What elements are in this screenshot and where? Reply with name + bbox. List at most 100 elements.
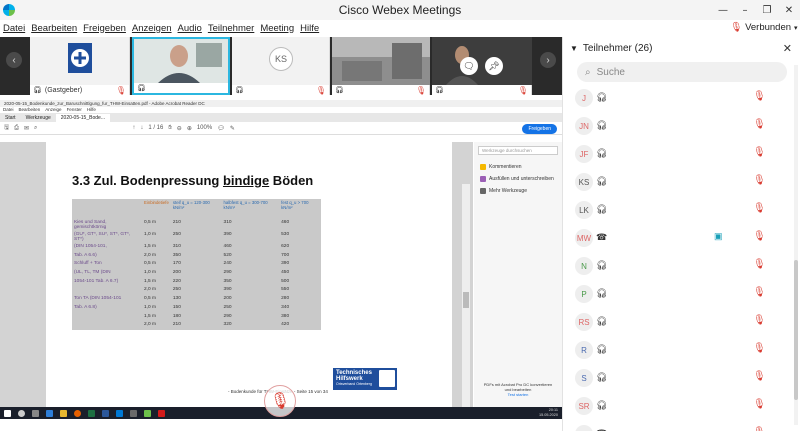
print-icon[interactable]: ⎙: [14, 125, 19, 132]
chevron-down-icon[interactable]: ▼: [570, 44, 578, 53]
menu-teilnehmer[interactable]: Teilnehmer: [208, 23, 254, 34]
muted-mic-icon[interactable]: 🎙︎: [753, 231, 766, 242]
task-view-icon[interactable]: [32, 409, 39, 417]
muted-mic-icon[interactable]: 🎙︎: [753, 427, 766, 431]
page-up-icon[interactable]: ↑: [132, 125, 135, 131]
zoom-out-icon[interactable]: ⊖: [177, 125, 182, 132]
word-icon[interactable]: [102, 409, 109, 417]
participant-search-input[interactable]: ⌕ Suche: [577, 62, 787, 82]
scroll-thumb[interactable]: [794, 260, 798, 400]
tab-werkzeuge[interactable]: Werkzeuge: [21, 114, 56, 122]
participant-row[interactable]: Y☎🎙︎: [563, 424, 793, 431]
muted-mic-icon[interactable]: 🎙︎: [753, 203, 766, 214]
tools-search-input[interactable]: Werkzeuge durchsuchen: [478, 146, 558, 155]
participant-row[interactable]: JF 🎧︎ 🎙︎: [563, 144, 793, 172]
taskbar-clock[interactable]: 20:11 15.05.2020: [539, 408, 558, 417]
tab-start[interactable]: Start: [0, 114, 21, 122]
participant-row[interactable]: SR 🎧︎ 🎙︎: [563, 396, 793, 424]
search-icon[interactable]: [18, 409, 25, 417]
menu-anzeigen[interactable]: Anzeigen: [132, 23, 172, 34]
acrobat-menu-bearbeiten[interactable]: Bearbeiten: [19, 107, 41, 113]
acrobat-menu-anzeige[interactable]: Anzeige: [45, 107, 61, 113]
participants-scrollbar[interactable]: [794, 65, 798, 425]
outlook-icon[interactable]: [116, 409, 123, 417]
acrobat-menu-hilfe[interactable]: Hilfe: [87, 107, 96, 113]
muted-mic-icon: 🎙︎: [115, 85, 126, 95]
page-down-icon[interactable]: ↓: [140, 125, 143, 131]
comment-icon[interactable]: 💬︎: [217, 125, 225, 132]
participant-row[interactable]: J 🎧︎ 🎙︎: [563, 88, 793, 116]
strip-next-button[interactable]: ›: [540, 52, 556, 68]
tool-mehr[interactable]: Mehr Werkzeuge: [474, 185, 562, 197]
app-icon[interactable]: [130, 409, 137, 417]
muted-mic-icon[interactable]: 🎙︎: [753, 91, 766, 102]
explorer-icon[interactable]: [60, 409, 67, 417]
pin-icon[interactable]: 📌︎: [485, 57, 503, 75]
zoom-in-icon[interactable]: ⊕: [187, 125, 192, 132]
tab-document[interactable]: 2020-05-15_Bode...: [55, 114, 110, 122]
mute-indicator-icon[interactable]: 🎙︎: [264, 385, 296, 417]
video-tile-room[interactable]: 🎧︎ 🎙︎: [332, 37, 430, 95]
close-icon[interactable]: ✕: [783, 42, 792, 55]
webex-icon[interactable]: [144, 409, 151, 417]
participant-row[interactable]: P 🎧︎ 🎙︎: [563, 284, 793, 312]
document-scrollbar[interactable]: [462, 184, 470, 431]
menu-datei[interactable]: Datei: [3, 23, 25, 34]
muted-mic-icon[interactable]: 🎙︎: [753, 147, 766, 158]
acrobat-share-button[interactable]: Freigeben: [522, 124, 557, 134]
minimize-button[interactable]: –: [734, 0, 756, 20]
menu-hilfe[interactable]: Hilfe: [300, 23, 319, 34]
video-tile-ks[interactable]: KS 🎧︎ 🎙︎: [232, 37, 330, 95]
connection-status[interactable]: 🎙︎ Verbunden ▾: [730, 22, 798, 33]
promo-link[interactable]: Test starten: [480, 392, 556, 397]
video-tile-self[interactable]: 🗨︎ 📌︎ 🎧︎ 🎙︎: [432, 37, 532, 95]
muted-mic-icon[interactable]: 🎙︎: [753, 259, 766, 270]
muted-mic-icon[interactable]: 🎙︎: [753, 119, 766, 130]
hand-tool-icon[interactable]: ✋︎: [168, 125, 171, 132]
edge-icon[interactable]: [46, 409, 53, 417]
close-button[interactable]: ✕: [778, 0, 800, 20]
windows-start-icon[interactable]: [4, 409, 11, 417]
acrobat-menu-datei[interactable]: Datei: [3, 107, 14, 113]
tool-kommentieren[interactable]: Kommentieren: [474, 161, 562, 173]
muted-mic-icon[interactable]: 🎙︎: [753, 399, 766, 410]
menu-meeting[interactable]: Meeting: [260, 23, 294, 34]
collapse-icon[interactable]: —: [712, 0, 734, 20]
menu-freigeben[interactable]: Freigeben: [83, 23, 126, 34]
excel-icon[interactable]: [88, 409, 95, 417]
zoom-level[interactable]: 100%: [197, 125, 212, 131]
video-tile-active-speaker[interactable]: 🎧︎: [132, 37, 230, 95]
save-icon[interactable]: 🖫︎: [4, 123, 9, 133]
maximize-button[interactable]: ❐: [756, 0, 778, 20]
muted-mic-icon[interactable]: 🎙︎: [753, 175, 766, 186]
video-tile-host[interactable]: 🎧︎ (Gastgeber) 🎙︎: [30, 37, 130, 95]
menu-audio[interactable]: Audio: [178, 23, 202, 34]
page-info[interactable]: 1 / 16: [148, 125, 163, 131]
table-row: (DIN 1054-101, 1,5 m 310 460 620: [72, 243, 321, 252]
menu-bearbeiten[interactable]: Bearbeiten: [31, 23, 77, 34]
muted-mic-icon[interactable]: 🎙︎: [753, 343, 766, 354]
pen-icon[interactable]: ✎: [230, 125, 235, 132]
muted-mic-icon[interactable]: 🎙︎: [753, 371, 766, 382]
muted-mic-icon[interactable]: 🎙︎: [753, 287, 766, 298]
muted-mic-icon[interactable]: 🎙︎: [753, 315, 766, 326]
strip-prev-button[interactable]: ‹: [6, 52, 22, 68]
search-icon[interactable]: ⌕: [34, 125, 37, 132]
participants-header[interactable]: ▼ Teilnehmer (26): [563, 37, 800, 59]
table-row: Tab. A 6.8) 1,0 m 150 250 340: [72, 304, 321, 313]
participant-row[interactable]: RS 🎧︎ 🎙︎: [563, 312, 793, 340]
chat-bubble-icon[interactable]: 🗨︎: [460, 57, 478, 75]
participant-row[interactable]: LK 🎧︎ 🎙︎: [563, 200, 793, 228]
mail-icon[interactable]: ✉: [24, 125, 29, 132]
participant-row[interactable]: JN 🎧︎ 🎙︎: [563, 116, 793, 144]
tool-ausfuellen[interactable]: Ausfüllen und unterschreiben: [474, 173, 562, 185]
participant-row[interactable]: KS 🎧︎ 🎙︎: [563, 172, 793, 200]
participant-row[interactable]: N 🎧︎ 🎙︎: [563, 256, 793, 284]
acrobat-icon[interactable]: [158, 409, 165, 417]
participant-row[interactable]: R 🎧︎ 🎙︎: [563, 340, 793, 368]
participant-row[interactable]: S 🎧︎ 🎙︎: [563, 368, 793, 396]
firefox-icon[interactable]: [74, 409, 81, 417]
participant-row[interactable]: MW ☎ ▣ 🎙︎: [563, 228, 793, 256]
acrobat-menu-fenster[interactable]: Fenster: [67, 107, 82, 113]
scroll-thumb[interactable]: [463, 292, 469, 308]
